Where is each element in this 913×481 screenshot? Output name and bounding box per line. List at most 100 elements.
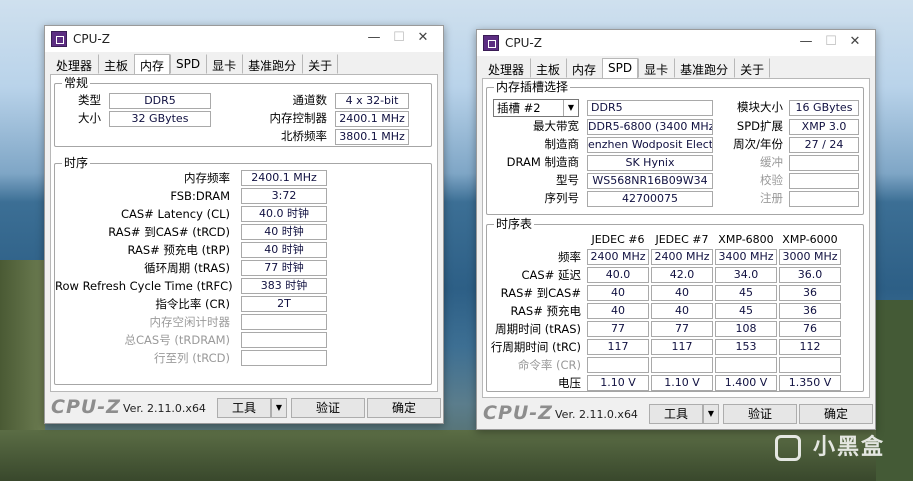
tab-graphics[interactable]: 显卡 [206, 54, 242, 74]
checksum-value [789, 173, 859, 189]
column-header: XMP-6000 [782, 233, 838, 246]
tools-dropdown-arrow[interactable]: ▼ [271, 398, 287, 418]
fsb-dram-label: FSB:DRAM [170, 189, 230, 203]
maximize-icon[interactable]: ☐ [391, 30, 407, 45]
watermark-text: 小黑盒 [812, 435, 885, 460]
module-size-label: 模块大小 [737, 100, 783, 114]
tab-spd[interactable]: SPD [170, 54, 206, 74]
table-row: 频率 2400 MHz 2400 MHz 3400 MHz 3000 MHz [487, 249, 863, 267]
dram-manufacturer-value: SK Hynix [587, 155, 713, 171]
trfc-label: Row Refresh Cycle Time (tRFC) [55, 279, 233, 293]
spd-ext-label: SPD扩展 [736, 119, 783, 133]
cas-latency-value: 40.0 时钟 [241, 206, 327, 222]
title-bar[interactable]: CPU-Z — ☐ ✕ [477, 30, 875, 56]
table-cell: 1.400 V [715, 375, 777, 391]
trp-value: 40 时钟 [241, 242, 327, 258]
tab-about[interactable]: 关于 [302, 54, 339, 74]
memory-panel: 常规 类型 DDR5 大小 32 GBytes 通道数 4 x 32-bit 内… [50, 74, 438, 392]
tab-bench[interactable]: 基准跑分 [242, 54, 302, 74]
buffer-value [789, 155, 859, 171]
type-label: 类型 [78, 93, 101, 107]
cpuz-app-icon [483, 35, 499, 51]
minimize-icon[interactable]: — [798, 34, 814, 49]
table-row-label: 命令率 (CR) [517, 358, 581, 372]
table-cell: 40 [587, 285, 649, 301]
timings-group: 时序 内存频率 2400.1 MHz FSB:DRAM 3:72 CAS# La… [54, 156, 432, 385]
slot-group: 内存插槽选择 插槽 #2 ▼ DDR5 模块大小 16 GBytes 最大带宽 … [486, 80, 864, 215]
module-size-value: 16 GBytes [789, 100, 859, 116]
watermark-logo-icon [775, 435, 801, 461]
registered-label: 注册 [760, 191, 783, 205]
table-row: 命令率 (CR) [487, 357, 863, 375]
timing-row: 行至列 (tRCD) [55, 350, 431, 368]
tab-graphics[interactable]: 显卡 [638, 58, 674, 78]
tools-button[interactable]: 工具 [649, 404, 703, 424]
size-label: 大小 [78, 111, 101, 125]
tools-button[interactable]: 工具 [217, 398, 271, 418]
table-cell: 40 [651, 303, 713, 319]
mem-controller-value: 2400.1 MHz [335, 111, 409, 127]
table-cell: 76 [779, 321, 841, 337]
tab-spd[interactable]: SPD [602, 58, 639, 79]
channels-label: 通道数 [292, 93, 328, 107]
table-rows: 频率 2400 MHz 2400 MHz 3400 MHz 3000 MHz CAS# 延… [487, 249, 863, 391]
table-cell: 40 [587, 303, 649, 319]
close-icon[interactable]: ✕ [847, 34, 863, 49]
manufacturer-value: enzhen Wodposit Electroni [587, 137, 713, 153]
channels-value: 4 x 32-bit [335, 93, 409, 109]
table-row: 电压 1.10 V 1.10 V 1.400 V 1.350 V [487, 375, 863, 393]
cpuz-app-icon [51, 31, 67, 47]
table-cell: 117 [651, 339, 713, 355]
idle-timer-value [241, 314, 327, 330]
trcd-label: RAS# 到CAS# (tRCD) [108, 225, 230, 239]
tools-dropdown-arrow[interactable]: ▼ [703, 404, 719, 424]
trdram-label: 总CAS号 (tRDRAM) [124, 333, 231, 347]
table-cell: 2400 MHz [651, 249, 713, 265]
tab-memory[interactable]: 内存 [134, 54, 171, 75]
tab-memory[interactable]: 内存 [566, 58, 602, 78]
cpuz-window-memory: CPU-Z — ☐ ✕ 处理器 主板 内存 SPD 显卡 基准跑分 关于 常规 … [44, 25, 444, 424]
minimize-icon[interactable]: — [366, 30, 382, 45]
table-cell: 40.0 [587, 267, 649, 283]
timings-group-title: 时序 [62, 156, 91, 170]
tab-about[interactable]: 关于 [734, 58, 771, 78]
timing-row: RAS# 到CAS# (tRCD) 40 时钟 [55, 224, 431, 242]
ok-button[interactable]: 确定 [799, 404, 873, 424]
footer: CPU-Z Ver. 2.11.0.x64 工具 ▼ 验证 确定 [477, 399, 875, 429]
cpuz-logo: CPU-Z [51, 396, 121, 418]
slot-select-value: 插槽 #2 [497, 101, 541, 115]
registered-value [789, 191, 859, 207]
timing-row: 内存频率 2400.1 MHz [55, 170, 431, 188]
tras-label: 循环周期 (tRAS) [144, 261, 230, 275]
tab-mainboard[interactable]: 主板 [98, 54, 134, 74]
maximize-icon[interactable]: ☐ [823, 34, 839, 49]
table-row: CAS# 延迟 40.0 42.0 34.0 36.0 [487, 267, 863, 285]
trp-label: RAS# 预充电 (tRP) [127, 243, 230, 257]
cpuz-logo: CPU-Z [483, 402, 553, 424]
table-cell [651, 357, 713, 373]
version-label: Ver. 2.11.0.x64 [123, 402, 206, 415]
tras-value: 77 时钟 [241, 260, 327, 276]
timing-row: 总CAS号 (tRDRAM) [55, 332, 431, 350]
trfc-value: 383 时钟 [241, 278, 327, 294]
ok-button[interactable]: 确定 [367, 398, 441, 418]
week-year-value: 27 / 24 [789, 137, 859, 153]
spd-ext-value: XMP 3.0 [789, 119, 859, 135]
validate-button[interactable]: 验证 [723, 404, 797, 424]
tab-mainboard[interactable]: 主板 [530, 58, 566, 78]
table-cell: 153 [715, 339, 777, 355]
slot-select[interactable]: 插槽 #2 ▼ [493, 99, 579, 117]
tab-bench[interactable]: 基准跑分 [674, 58, 734, 78]
tab-cpu[interactable]: 处理器 [50, 54, 98, 74]
table-row: 周期时间 (tRAS) 77 77 108 76 [487, 321, 863, 339]
timing-row: 内存空闲计时器 [55, 314, 431, 332]
close-icon[interactable]: ✕ [415, 30, 431, 45]
timing-row: CAS# Latency (CL) 40.0 时钟 [55, 206, 431, 224]
manufacturer-label: 制造商 [544, 137, 580, 151]
command-rate-label: 指令比率 (CR) [155, 297, 230, 311]
validate-button[interactable]: 验证 [291, 398, 365, 418]
table-row-label: 电压 [558, 376, 581, 390]
tab-cpu[interactable]: 处理器 [482, 58, 530, 78]
spd-panel: 内存插槽选择 插槽 #2 ▼ DDR5 模块大小 16 GBytes 最大带宽 … [482, 78, 870, 398]
title-bar[interactable]: CPU-Z — ☐ ✕ [45, 26, 443, 52]
